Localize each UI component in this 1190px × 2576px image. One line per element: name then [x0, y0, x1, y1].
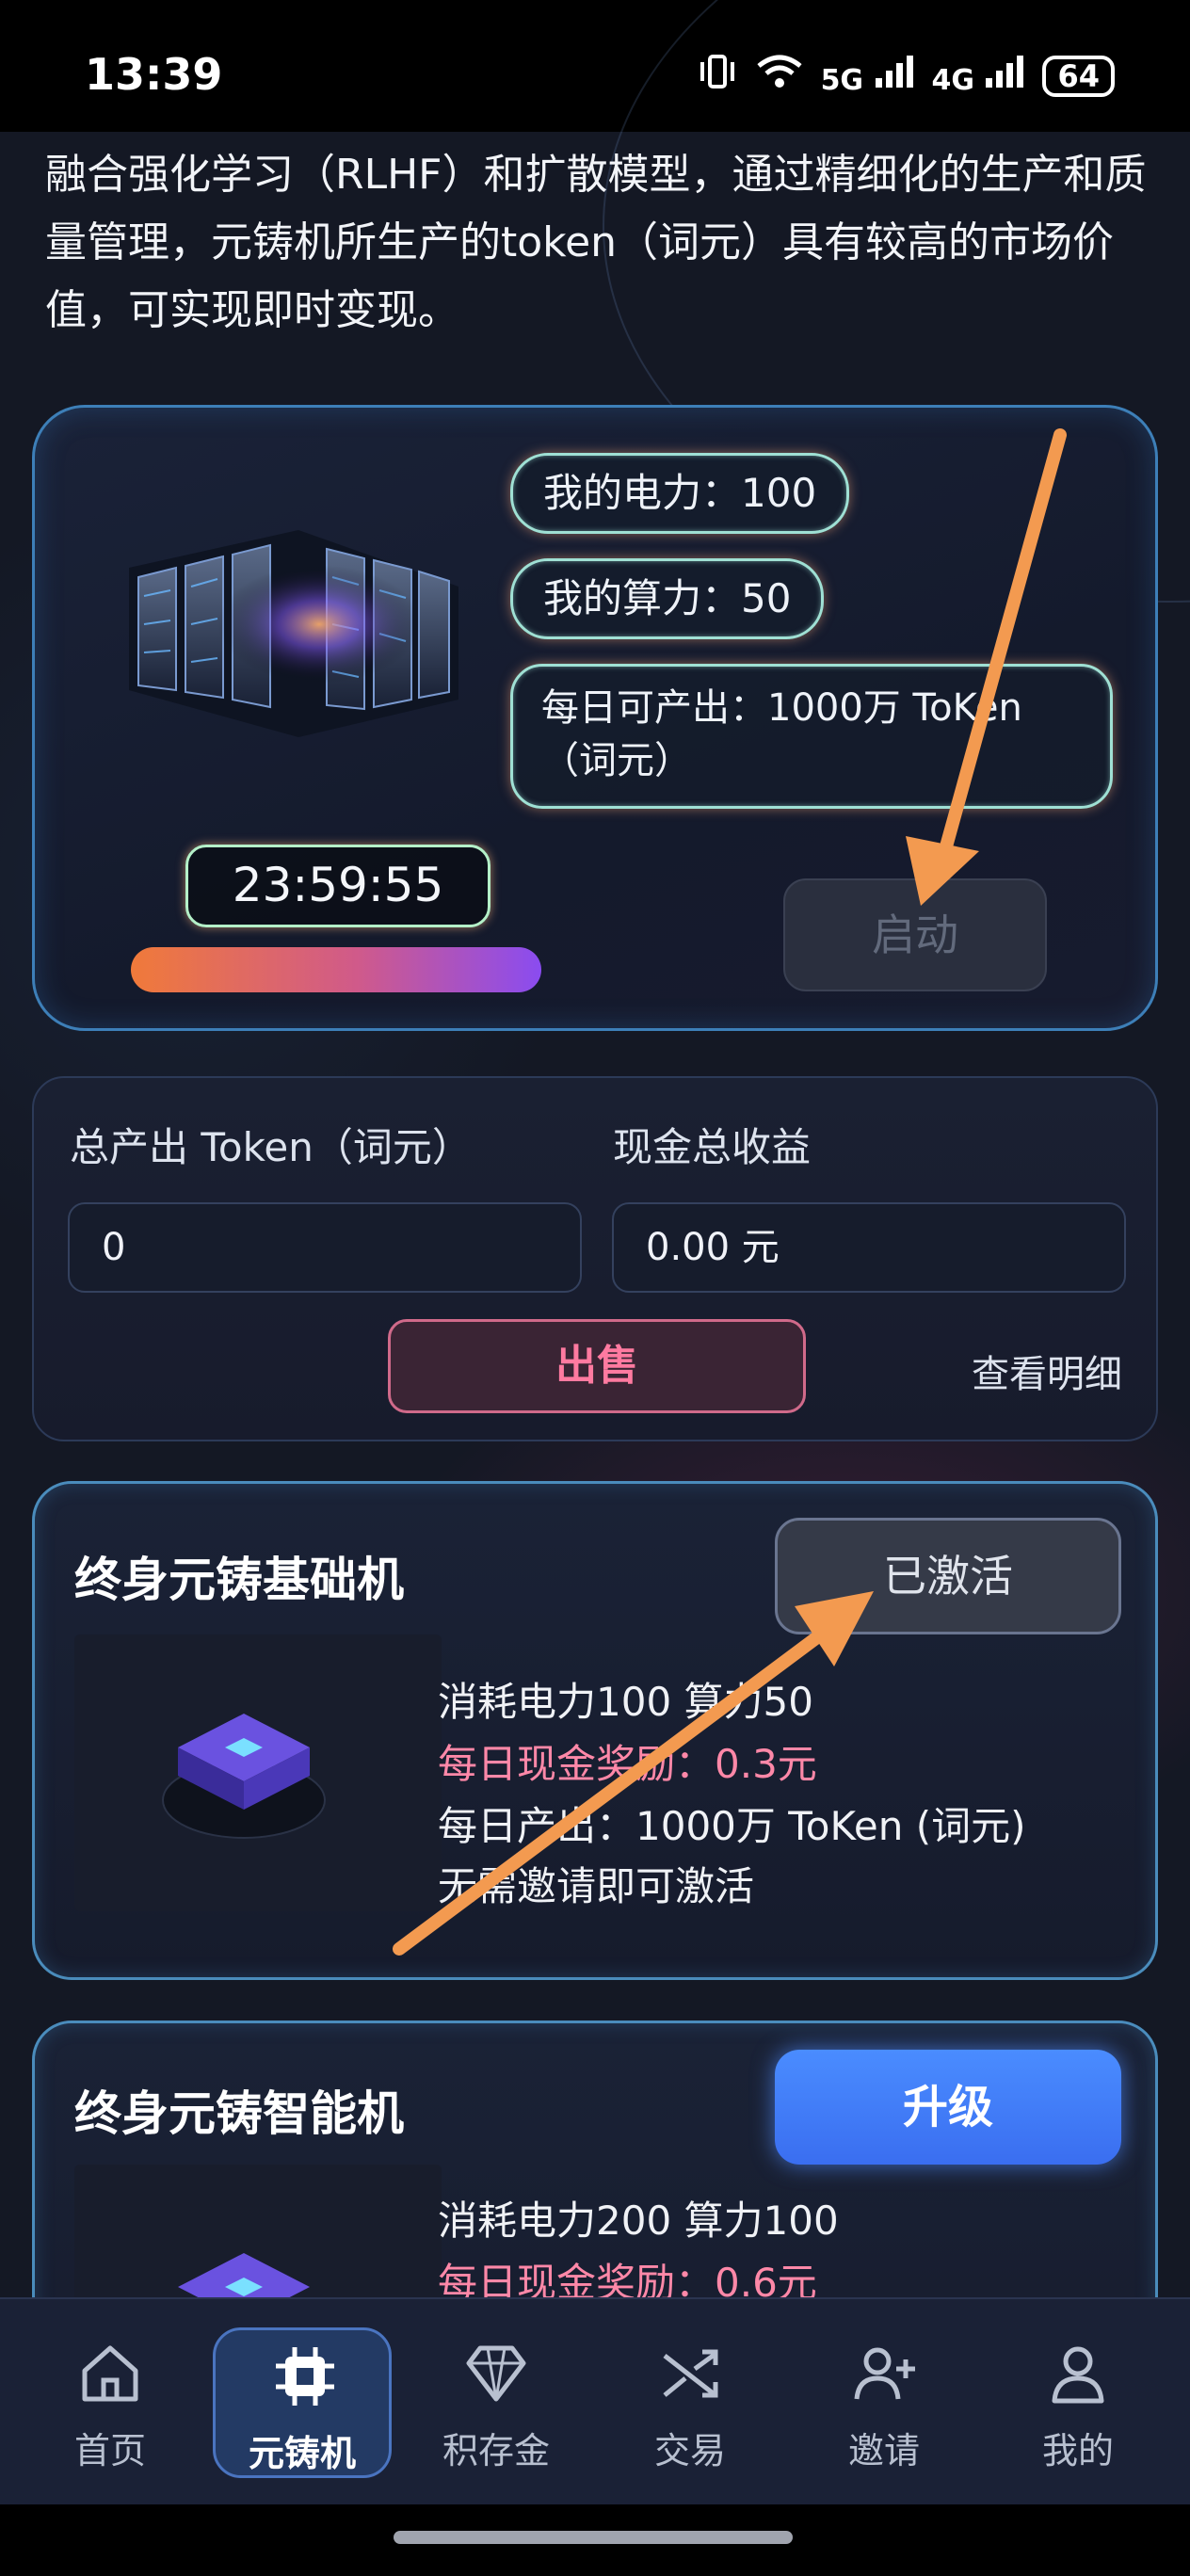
activated-button[interactable]: 已激活 — [775, 1518, 1121, 1634]
upgrade-button[interactable]: 升级 — [775, 2050, 1121, 2165]
server-rack-image — [129, 530, 458, 737]
start-button[interactable]: 启动 — [783, 878, 1047, 991]
countdown-timer: 23:59:55 — [185, 845, 490, 927]
home-icon — [82, 2345, 138, 2402]
total-token-field: 0 — [68, 1202, 582, 1293]
home-indicator[interactable] — [394, 2531, 793, 2544]
tier-consume: 消耗电力100 算力50 — [438, 1679, 813, 1725]
nav-mine[interactable]: 我的 — [989, 2327, 1167, 2478]
tier-daily-output: 每日产出：1000万 ToKen (词元) — [438, 1803, 1026, 1849]
view-details-link[interactable]: 查看明细 — [972, 1344, 1122, 1398]
machine-card: 我的电力：100 我的算力：50 每日可产出：1000万 ToKen（词元） 2… — [32, 405, 1158, 1031]
tier-cash-reward: 每日现金奖励：0.3元 — [438, 1741, 817, 1787]
nav-invite[interactable]: 邀请 — [795, 2327, 973, 2478]
bottom-nav: 首页 元铸机 积存金 交易 邀请 我的 — [0, 2297, 1190, 2504]
cash-total-label: 现金总收益 — [613, 1124, 812, 1170]
nav-gold[interactable]: 积存金 — [407, 2327, 586, 2478]
chip-icon — [162, 1714, 326, 1839]
nav-trade[interactable]: 交易 — [601, 2327, 780, 2478]
tier-consume: 消耗电力200 算力100 — [438, 2198, 839, 2244]
my-power-pill: 我的电力：100 — [510, 453, 850, 534]
earnings-card: 总产出 Token（词元） 现金总收益 0 0.00 元 出售 查看明细 — [32, 1076, 1158, 1441]
tier-title: 终身元铸基础机 — [74, 1553, 404, 1607]
chip-icon-box — [74, 1634, 442, 1911]
cash-total-field: 0.00 元 — [612, 1202, 1126, 1293]
chip-icon — [276, 2347, 334, 2406]
nav-trade-label: 交易 — [653, 2430, 726, 2471]
tier-note: 无需邀请即可激活 — [438, 1863, 755, 1909]
progress-bar — [131, 947, 541, 992]
nav-invite-label: 邀请 — [847, 2430, 920, 2471]
nav-gold-label: 积存金 — [442, 2430, 550, 2471]
tier-title: 终身元铸智能机 — [74, 2086, 404, 2141]
intro-text: 融合强化学习（RLHF）和扩散模型，通过精细化的生产和质量管理，元铸机所生产的t… — [45, 151, 1147, 334]
total-token-label: 总产出 Token（词元） — [70, 1124, 472, 1170]
nav-home-label: 首页 — [73, 2430, 146, 2471]
sell-button[interactable]: 出售 — [388, 1319, 806, 1413]
daily-output-pill: 每日可产出：1000万 ToKen（词元） — [510, 664, 1113, 809]
add-user-icon — [854, 2347, 915, 2400]
user-icon — [1052, 2346, 1104, 2404]
status-time: 13:39 — [85, 49, 223, 100]
nav-home[interactable]: 首页 — [21, 2327, 200, 2478]
nav-machine-label: 元铸机 — [248, 2433, 356, 2474]
nav-machine[interactable]: 元铸机 — [213, 2327, 392, 2478]
diamond-icon — [466, 2345, 526, 2402]
basic-machine-card: 终身元铸基础机 已激活 消耗电力100 算力50 每日现金奖励：0.3元 每日产… — [32, 1481, 1158, 1980]
nav-mine-label: 我的 — [1041, 2430, 1114, 2471]
my-compute-pill: 我的算力：50 — [510, 558, 825, 639]
shuffle-icon — [663, 2349, 718, 2398]
